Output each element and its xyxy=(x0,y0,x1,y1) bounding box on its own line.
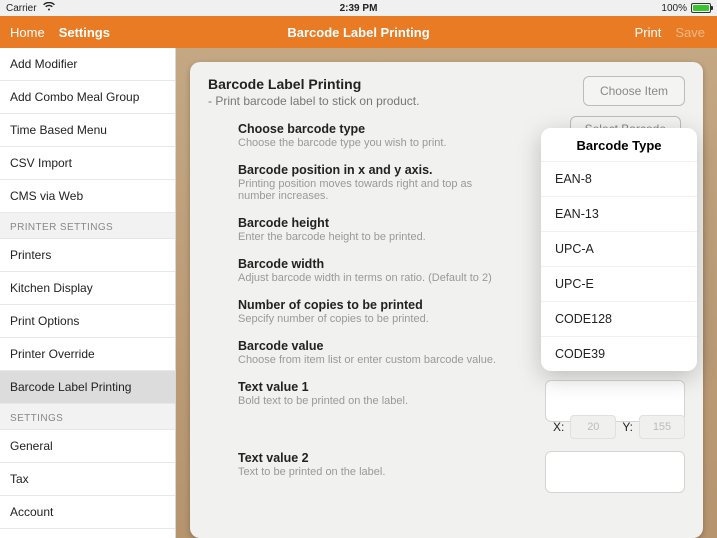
popover-item-upce[interactable]: UPC-E xyxy=(541,267,697,302)
nav-bar: Home Settings Barcode Label Printing Pri… xyxy=(0,16,717,48)
popover-item-code128[interactable]: CODE128 xyxy=(541,302,697,337)
popover-item-ean8[interactable]: EAN-8 xyxy=(541,162,697,197)
sidebar-item-time-menu[interactable]: Time Based Menu xyxy=(0,114,175,147)
sidebar-item-account[interactable]: Account xyxy=(0,496,175,529)
sidebar-item-barcode-label[interactable]: Barcode Label Printing xyxy=(0,371,175,404)
battery-icon xyxy=(691,3,711,13)
t1-y-input[interactable] xyxy=(639,415,685,439)
sidebar: Add Modifier Add Combo Meal Group Time B… xyxy=(0,48,176,538)
sidebar-item-cms-web[interactable]: CMS via Web xyxy=(0,180,175,213)
t1-x-label: X: xyxy=(553,420,564,434)
field-height-desc: Enter the barcode height to be printed. xyxy=(238,231,498,243)
sidebar-section-settings: SETTINGS xyxy=(0,404,175,430)
field-width-desc: Adjust barcode width in terms on ratio. … xyxy=(238,272,498,284)
sidebar-item-csv-import[interactable]: CSV Import xyxy=(0,147,175,180)
sidebar-item-print-options[interactable]: Print Options xyxy=(0,305,175,338)
page-title: Barcode Label Printing xyxy=(287,25,429,40)
battery-percent: 100% xyxy=(661,3,687,14)
text2-input[interactable] xyxy=(545,451,685,493)
t1-x-input[interactable] xyxy=(570,415,616,439)
field-pos-desc: Printing position moves towards right an… xyxy=(238,178,498,202)
popover-item-upca[interactable]: UPC-A xyxy=(541,232,697,267)
sidebar-item-add-modifier[interactable]: Add Modifier xyxy=(0,48,175,81)
field-type-desc: Choose the barcode type you wish to prin… xyxy=(238,137,498,149)
sidebar-item-account-type[interactable]: Account Type xyxy=(0,529,175,538)
sidebar-item-kitchen-display[interactable]: Kitchen Display xyxy=(0,272,175,305)
barcode-type-popover: Barcode Type EAN-8 EAN-13 UPC-A UPC-E CO… xyxy=(541,128,697,371)
popover-item-ean13[interactable]: EAN-13 xyxy=(541,197,697,232)
popover-item-code39[interactable]: CODE39 xyxy=(541,337,697,371)
nav-print[interactable]: Print xyxy=(635,25,662,40)
field-t2-desc: Text to be printed on the label. xyxy=(238,466,498,478)
wifi-icon xyxy=(43,2,55,14)
nav-save[interactable]: Save xyxy=(675,25,705,40)
t1-y-label: Y: xyxy=(622,420,633,434)
panel-title: Barcode Label Printing xyxy=(208,76,419,92)
clock: 2:39 PM xyxy=(340,3,378,14)
nav-home[interactable]: Home xyxy=(10,25,45,40)
sidebar-item-tax[interactable]: Tax xyxy=(0,463,175,496)
field-t1-desc: Bold text to be printed on the label. xyxy=(238,395,498,407)
sidebar-item-add-combo[interactable]: Add Combo Meal Group xyxy=(0,81,175,114)
carrier-label: Carrier xyxy=(6,3,37,14)
popover-title: Barcode Type xyxy=(541,128,697,162)
sidebar-section-printer: PRINTER SETTINGS xyxy=(0,213,175,239)
choose-item-button[interactable]: Choose Item xyxy=(583,76,685,106)
nav-settings[interactable]: Settings xyxy=(59,25,110,40)
sidebar-item-printers[interactable]: Printers xyxy=(0,239,175,272)
sidebar-item-printer-override[interactable]: Printer Override xyxy=(0,338,175,371)
sidebar-item-general[interactable]: General xyxy=(0,430,175,463)
status-bar: Carrier 2:39 PM 100% xyxy=(0,0,717,16)
field-copies-desc: Sepcify number of copies to be printed. xyxy=(238,313,498,325)
panel-subtitle: - Print barcode label to stick on produc… xyxy=(208,94,419,108)
field-value-desc: Choose from item list or enter custom ba… xyxy=(238,354,498,366)
